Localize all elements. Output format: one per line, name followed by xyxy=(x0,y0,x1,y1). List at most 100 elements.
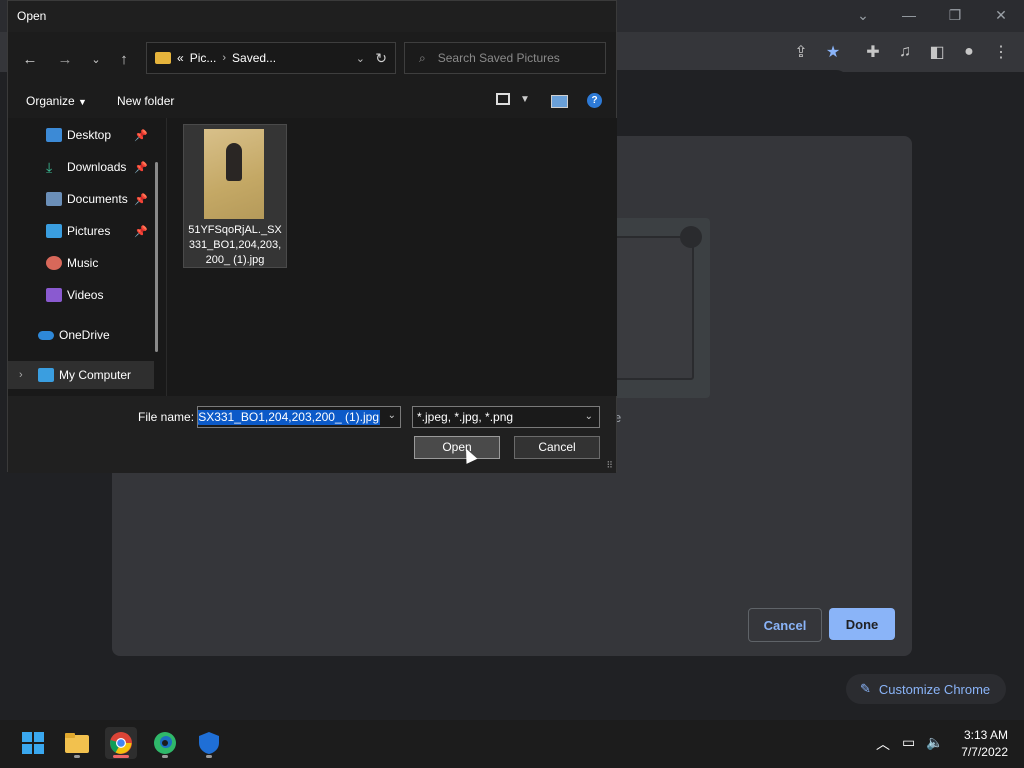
chrome-icon xyxy=(110,732,132,754)
side-panel-icon[interactable]: ◧ xyxy=(926,41,948,63)
pin-icon: 📌 xyxy=(134,161,148,174)
done-button[interactable]: Done xyxy=(829,608,895,640)
up-arrow-icon[interactable]: ↑ xyxy=(112,47,136,71)
active-indicator xyxy=(113,755,129,758)
extensions-icon[interactable]: ✚ xyxy=(862,41,884,63)
sidebar-item-label: Documents xyxy=(67,192,128,206)
file-name-dropdown-icon[interactable]: ⌄ xyxy=(388,410,396,421)
help-icon[interactable]: ? xyxy=(587,93,602,108)
sidebar-item-pictures[interactable]: Pictures 📌 xyxy=(8,217,154,245)
sidebar-item-desktop[interactable]: Desktop 📌 xyxy=(8,121,154,149)
dialog-title: Open xyxy=(8,1,616,32)
sidebar-item-videos[interactable]: Videos xyxy=(8,281,154,309)
running-indicator xyxy=(162,755,168,758)
sidebar-item-label: Downloads xyxy=(67,160,127,174)
preview-pane-icon[interactable] xyxy=(551,95,568,108)
dialog-footer: File name: 51YFSqoRjAL._SX331_BO1,204,20… xyxy=(8,396,616,473)
address-breadcrumb[interactable]: « Pic... › Saved... ⌄ ↻ xyxy=(146,42,396,74)
pin-icon: 📌 xyxy=(134,193,148,206)
videos-icon xyxy=(46,288,62,302)
pictures-icon xyxy=(46,224,62,238)
share-icon[interactable]: ⇪ xyxy=(790,41,812,63)
preview-select-icon xyxy=(680,226,702,248)
view-options-icon[interactable] xyxy=(496,93,510,105)
minimize-button[interactable]: — xyxy=(897,4,921,26)
running-indicator xyxy=(74,755,80,758)
file-name-value: 51YFSqoRjAL._SX331_BO1,204,203,200_ (1).… xyxy=(198,410,380,425)
network-icon[interactable]: ▭ xyxy=(902,734,915,751)
bookmark-star-icon[interactable]: ★ xyxy=(822,41,844,63)
chevron-right-icon[interactable]: › xyxy=(19,369,23,381)
taskbar: ︿ ▭ 🔈 3:13 AM 7/7/2022 xyxy=(0,720,1024,768)
chrome-taskbar-button[interactable] xyxy=(105,727,137,759)
open-button[interactable]: Open xyxy=(414,436,500,459)
back-arrow-icon[interactable]: ← xyxy=(18,47,42,71)
view-dropdown-icon[interactable]: ▼ xyxy=(520,94,530,105)
desktop-icon xyxy=(46,128,62,142)
sidebar-item-label: Pictures xyxy=(67,224,111,238)
search-box[interactable]: ⌕ Search Saved Pictures xyxy=(404,42,606,74)
sidebar-scrollbar[interactable] xyxy=(155,162,158,352)
running-indicator xyxy=(206,755,212,758)
folder-icon xyxy=(155,52,171,64)
profile-icon[interactable]: ● xyxy=(958,41,980,63)
cancel-button[interactable]: Cancel xyxy=(514,436,600,459)
breadcrumb-separator-icon: › xyxy=(222,52,227,64)
sidebar-item-onedrive[interactable]: OneDrive xyxy=(8,321,154,349)
sidebar-item-music[interactable]: Music xyxy=(8,249,154,277)
cloud-icon xyxy=(38,330,54,340)
breadcrumb-pictures[interactable]: Pic... xyxy=(190,51,217,65)
open-file-dialog: Open ← → ⌄ ↑ « Pic... › Saved... ⌄ ↻ ⌕ S… xyxy=(7,0,617,473)
sidebar-item-downloads[interactable]: ⤓ Downloads 📌 xyxy=(8,153,154,181)
chevron-up-icon[interactable]: ︿ xyxy=(876,734,890,754)
edge-button[interactable] xyxy=(149,727,181,759)
new-folder-button[interactable]: New folder xyxy=(117,94,174,108)
organize-menu[interactable]: Organize ▼ xyxy=(26,94,87,108)
menu-icon[interactable]: ⋮ xyxy=(990,41,1012,63)
edge-icon xyxy=(154,732,176,754)
folder-icon xyxy=(65,733,89,753)
recent-locations-chevron-icon[interactable]: ⌄ xyxy=(84,47,108,71)
close-button[interactable]: ✕ xyxy=(989,4,1013,26)
breadcrumb-overflow[interactable]: « xyxy=(177,51,184,65)
file-explorer-button[interactable] xyxy=(61,727,93,759)
sidebar-item-label: Desktop xyxy=(67,128,112,142)
clock-time[interactable]: 3:13 AM xyxy=(964,728,1008,742)
navigation-pane: Desktop 📌 ⤓ Downloads 📌 Documents 📌 Pict… xyxy=(8,118,166,396)
clock-date[interactable]: 7/7/2022 xyxy=(961,745,1008,759)
media-control-icon[interactable]: ♫ xyxy=(894,41,916,63)
cancel-button[interactable]: Cancel xyxy=(748,608,822,642)
start-button[interactable] xyxy=(17,727,49,759)
search-icon: ⌕ xyxy=(419,50,426,65)
file-item[interactable]: 51YFSqoRjAL._SX331_BO1,204,203,200_ (1).… xyxy=(183,124,287,268)
file-type-dropdown-icon: ⌄ xyxy=(584,411,593,422)
tab-search-icon[interactable]: ⌄ xyxy=(851,4,875,26)
file-type-select[interactable]: *.jpeg, *.jpg, *.png ⌄ xyxy=(412,406,600,428)
pin-icon: 📌 xyxy=(134,129,148,142)
sidebar-item-documents[interactable]: Documents 📌 xyxy=(8,185,154,213)
refresh-icon[interactable]: ↻ xyxy=(375,50,387,67)
restore-button[interactable]: ❐ xyxy=(943,4,967,26)
search-placeholder: Search Saved Pictures xyxy=(437,51,560,65)
customize-chrome-label: Customize Chrome xyxy=(878,681,991,697)
resize-grip-icon[interactable]: ⠿ xyxy=(606,460,613,471)
breadcrumb-saved-pictures[interactable]: Saved... xyxy=(232,51,276,65)
sidebar-item-label: Music xyxy=(67,256,99,270)
music-icon xyxy=(46,256,62,270)
file-type-value: *.jpeg, *.jpg, *.png xyxy=(417,410,514,424)
sidebar-item-label: OneDrive xyxy=(59,328,110,342)
computer-icon xyxy=(38,368,54,382)
sidebar-item-label: Videos xyxy=(67,288,104,302)
file-thumbnail xyxy=(204,129,264,219)
pencil-icon: ✎ xyxy=(860,681,871,696)
customize-chrome-button[interactable]: ✎ Customize Chrome xyxy=(846,674,1006,704)
windows-security-button[interactable] xyxy=(193,727,225,759)
sidebar-item-my-computer[interactable]: › My Computer xyxy=(8,361,154,389)
shield-icon xyxy=(199,732,219,754)
file-name-input[interactable]: 51YFSqoRjAL._SX331_BO1,204,203,200_ (1).… xyxy=(197,406,401,428)
forward-arrow-icon[interactable]: → xyxy=(53,47,77,71)
address-dropdown-icon[interactable]: ⌄ xyxy=(356,52,365,65)
volume-icon[interactable]: 🔈 xyxy=(926,734,943,751)
file-name-label: File name: xyxy=(138,410,195,424)
sidebar-item-label: My Computer xyxy=(59,368,132,382)
